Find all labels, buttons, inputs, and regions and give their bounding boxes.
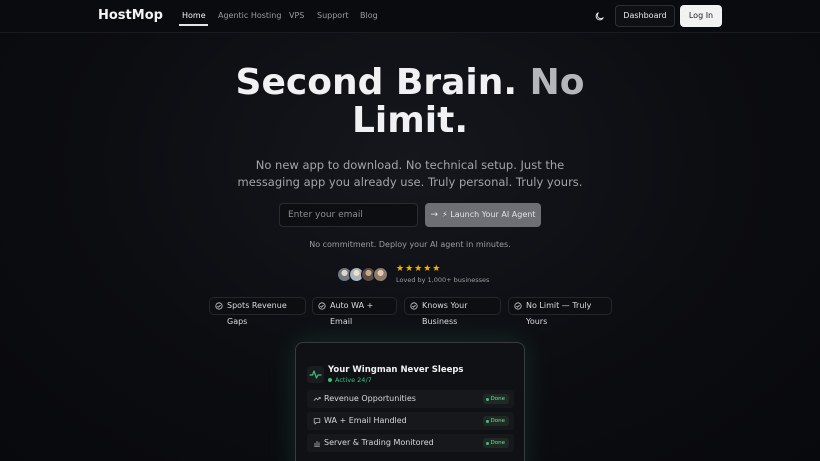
task-label: Server & Trading Monitored [324,438,434,447]
card-status: Active 24/7 [328,376,372,384]
loved-by-text: Loved by 1,000+ businesses [396,276,490,284]
nav-link-vps[interactable]: VPS [289,11,304,20]
chip-knows-your-business: Knows Your Business [404,297,501,326]
hero-title-main: Second Brain. [235,62,518,103]
done-badge: Done [482,394,509,404]
check-circle-icon [410,302,418,310]
chip-auto-wa-email: Auto WA + Email [312,297,397,326]
chip-spots-revenue-gaps: Spots Revenue Gaps [209,297,306,326]
arrow-right-icon: → [430,210,439,220]
task-label: Revenue Opportunities [324,394,416,403]
agent-status-card: Your Wingman Never Sleeps Active 24/7 Re… [295,342,525,461]
nav-link-agentic-hosting[interactable]: Agentic Hosting [218,11,281,20]
status-text: Active 24/7 [335,376,372,384]
moon-icon[interactable] [594,11,605,22]
login-button[interactable]: Log In [680,5,722,27]
task-label: WA + Email Handled [324,416,407,425]
task-row: Revenue Opportunities Done [307,390,514,408]
avatar [373,267,388,282]
active-link-underline [179,24,208,26]
subtitle-line-1: No new app to download. No technical set… [255,158,565,172]
hero-title: Second Brain. No Limit. [210,64,610,140]
hero-title-line2: Limit. [351,100,468,141]
chip-label: Auto WA + Email [330,301,374,326]
check-circle-icon [514,302,522,310]
nav-link-home[interactable]: Home [182,11,206,20]
card-title: Your Wingman Never Sleeps [328,365,464,375]
task-row: Server & Trading Monitored Done [307,434,514,452]
chip-label: No Limit — Truly Yours [526,301,592,326]
chip-no-limit-truly-yours: No Limit — Truly Yours [508,297,612,326]
launch-label: ⚡ Launch Your AI Agent [442,210,536,219]
check-circle-icon [215,302,223,310]
chip-label: Spots Revenue Gaps [227,301,287,326]
nav-link-blog[interactable]: Blog [360,11,378,20]
logo[interactable]: HostMop [98,8,163,23]
top-nav: HostMop Home Agentic Hosting VPS Support… [0,0,820,33]
email-input[interactable] [279,203,418,227]
commitment-note: No commitment. Deploy your AI agent in m… [309,240,511,249]
bar-chart-icon [314,441,320,447]
status-dot [328,378,332,382]
done-badge: Done [482,438,509,448]
launch-agent-button[interactable]: → ⚡ Launch Your AI Agent [425,203,541,227]
check-circle-icon [318,302,326,310]
done-badge: Done [482,416,509,426]
avatar-group [337,267,393,283]
activity-icon [309,370,322,379]
card-icon-box [307,366,324,383]
trend-up-icon [313,397,321,401]
chat-icon [313,418,321,425]
dashboard-button[interactable]: Dashboard [615,5,675,27]
subtitle-line-2: messaging app you already use. Truly per… [237,175,583,189]
task-row: WA + Email Handled Done [307,412,514,430]
rating-stars: ★★★★★ [396,264,442,274]
hero-title-muted: No [529,62,585,103]
nav-link-support[interactable]: Support [317,11,349,20]
chip-label: Knows Your Business [422,301,468,326]
hero-subtitle: No new app to download. No technical set… [230,157,590,191]
